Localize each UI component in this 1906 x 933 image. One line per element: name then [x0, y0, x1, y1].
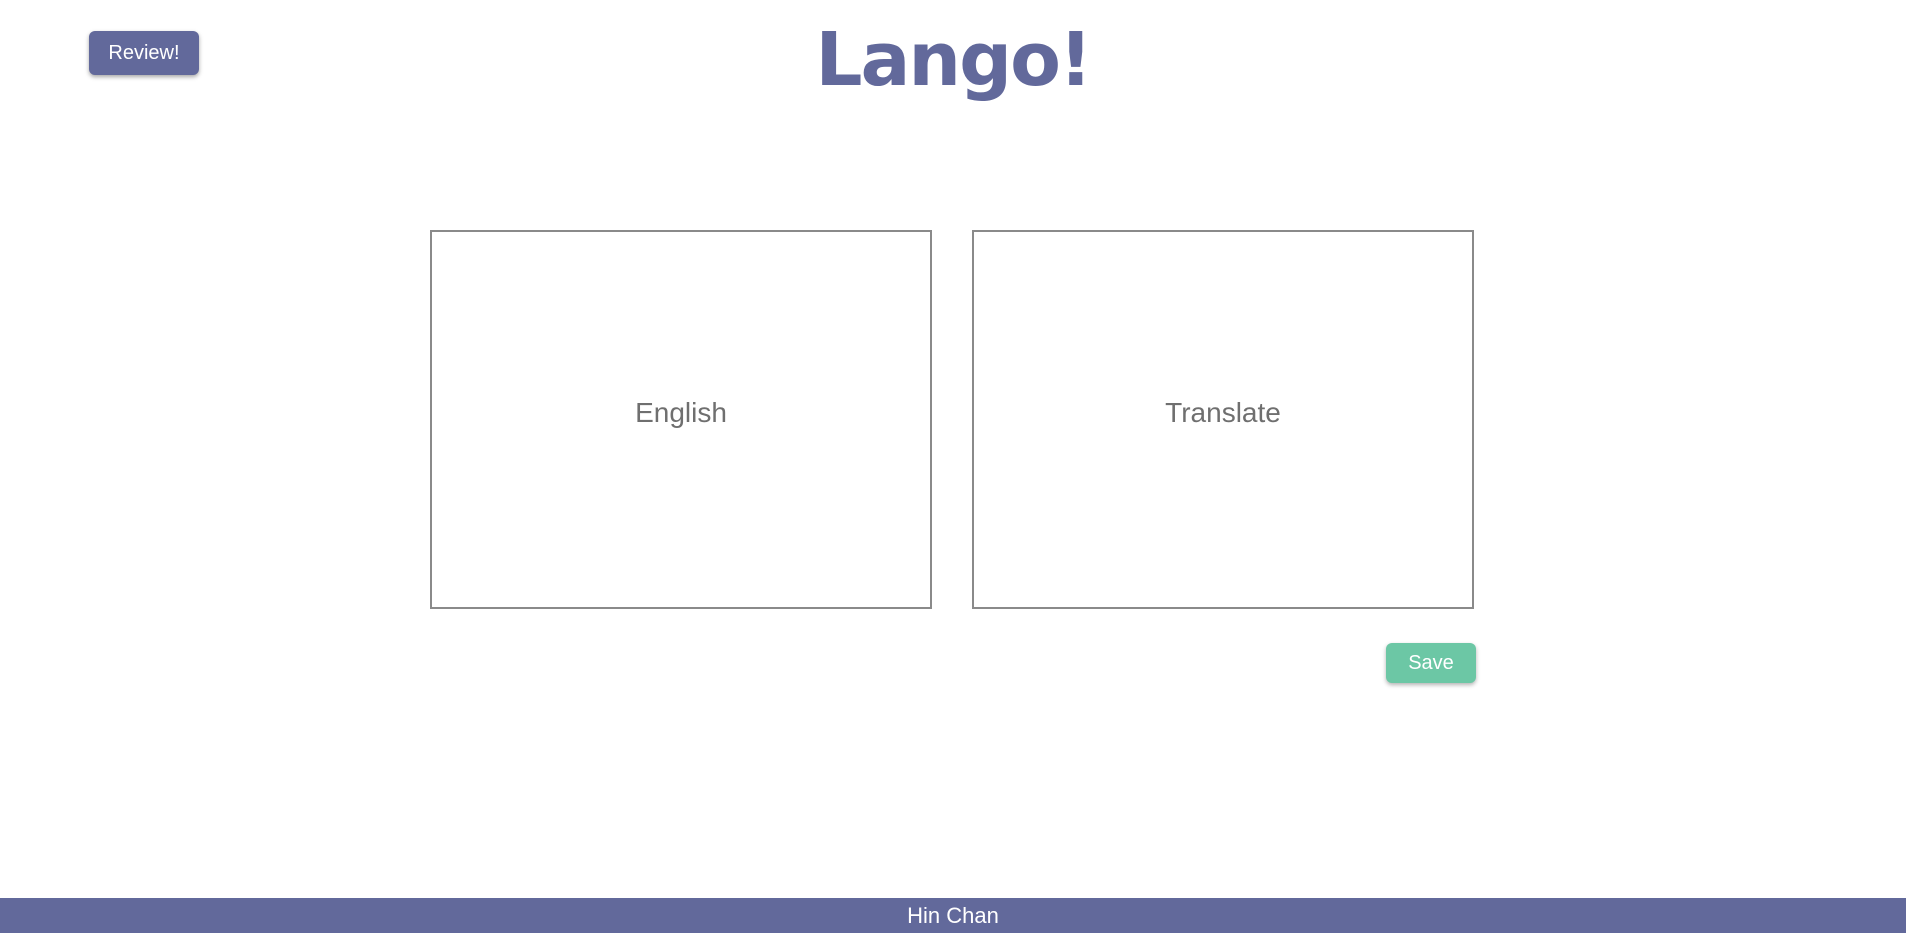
english-card: [430, 230, 932, 609]
footer-author: Hin Chan: [907, 902, 999, 928]
app-title: Lango!: [815, 17, 1092, 103]
footer: Hin Chan: [0, 898, 1906, 933]
translate-card: [972, 230, 1474, 609]
english-input[interactable]: [432, 232, 930, 607]
translate-output[interactable]: [974, 232, 1472, 607]
save-button[interactable]: Save: [1386, 643, 1476, 683]
page: Review! Lango! Save Hin Chan: [0, 0, 1906, 933]
